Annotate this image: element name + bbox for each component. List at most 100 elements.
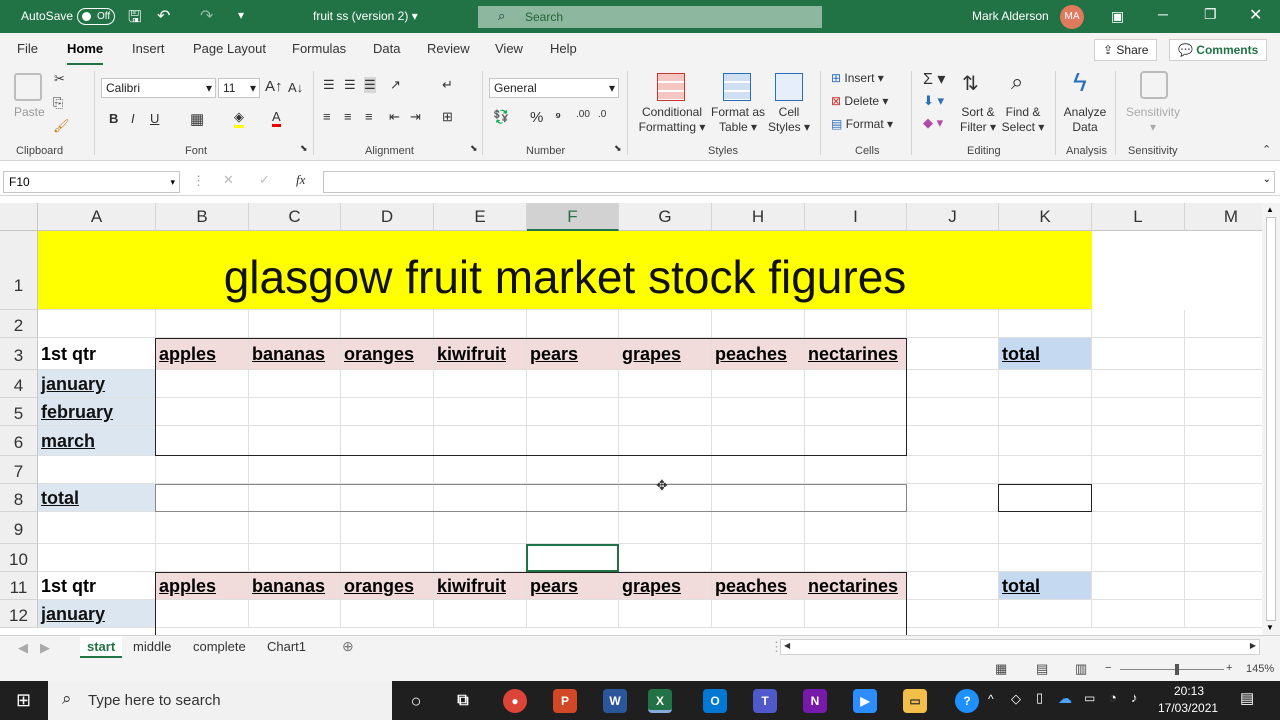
autosave-toggle[interactable]: Off — [77, 8, 115, 25]
cell-g12[interactable] — [619, 600, 712, 628]
select-all-button[interactable] — [0, 203, 38, 231]
onenote-icon[interactable]: N — [803, 689, 827, 713]
cell-e12[interactable] — [434, 600, 527, 628]
cell-f12[interactable] — [527, 600, 619, 628]
share-button[interactable]: ⇪ Share — [1094, 39, 1158, 61]
cell-j10[interactable] — [907, 544, 999, 572]
cell-m7[interactable] — [1185, 456, 1262, 484]
format-as-table-icon[interactable] — [723, 73, 751, 101]
tab-formulas[interactable]: Formulas — [292, 41, 346, 56]
sort-filter-icon[interactable]: ⇅ — [962, 71, 979, 96]
row-header-7[interactable]: 7 — [0, 456, 38, 484]
cell-g9[interactable] — [619, 512, 712, 544]
cell-k12[interactable] — [999, 600, 1092, 628]
minimize-icon[interactable]: ─ — [1158, 6, 1168, 22]
zoom-level[interactable]: 145% — [1246, 663, 1274, 675]
font-launcher-icon[interactable]: ⬊ — [300, 143, 308, 154]
cortana-icon[interactable]: ○ — [404, 689, 428, 713]
italic-icon[interactable]: I — [131, 111, 135, 126]
cell-h12[interactable] — [712, 600, 805, 628]
cell-k9[interactable] — [999, 512, 1092, 544]
redo-icon[interactable]: ↷ — [200, 6, 213, 26]
scroll-right-icon[interactable]: ▶ — [1250, 641, 1256, 650]
scroll-up-icon[interactable]: ▲ — [1266, 205, 1274, 214]
excel-icon[interactable]: X — [648, 689, 672, 713]
autosum-icon[interactable]: Σ ▾ — [923, 69, 945, 89]
cell-e10[interactable] — [434, 544, 527, 572]
cell-h8[interactable] — [712, 484, 805, 512]
cell-a9[interactable] — [38, 512, 156, 544]
cell-f9[interactable] — [527, 512, 619, 544]
battery-icon[interactable]: ▭ — [1084, 691, 1095, 705]
collapse-ribbon-icon[interactable]: ⌃ — [1262, 143, 1271, 156]
tab-page-layout[interactable]: Page Layout — [193, 41, 266, 56]
cell-c6[interactable] — [249, 426, 341, 456]
cell-m6[interactable] — [1185, 426, 1262, 456]
column-header-j[interactable]: J — [907, 203, 999, 231]
cell-j11[interactable] — [907, 572, 999, 600]
cell-j12[interactable] — [907, 600, 999, 628]
worksheet-grid[interactable]: ABCDEFGHIJKLM 1 2 3 4 5 6 7 8 9 10 11 12 1st qtr app… — [0, 203, 1262, 635]
cell-i12[interactable] — [805, 600, 907, 628]
merge-center-icon[interactable]: ⊞ — [442, 109, 453, 125]
cell-c2[interactable] — [249, 310, 341, 338]
cell-g6[interactable] — [619, 426, 712, 456]
usb-icon[interactable]: ▯ — [1036, 690, 1043, 706]
cell-d5[interactable] — [341, 398, 434, 426]
cell-h6[interactable] — [712, 426, 805, 456]
insert-cells-button[interactable]: ⊞ Insert ▾ — [831, 71, 884, 86]
dropbox-icon[interactable]: ◇ — [1011, 691, 1021, 707]
accounting-format-icon[interactable]: 💱 — [493, 109, 509, 125]
cell-j3[interactable] — [907, 338, 999, 370]
row-header-10[interactable]: 10 — [0, 544, 38, 572]
cell-b6[interactable] — [156, 426, 249, 456]
sensitivity-button[interactable]: Sensitivity ▾ — [1124, 105, 1182, 135]
decrease-decimal-icon[interactable]: .0 — [598, 109, 606, 120]
cell-e8[interactable] — [434, 484, 527, 512]
analyze-data-button[interactable]: Analyze Data — [1061, 105, 1109, 135]
task-view-icon[interactable]: ⧉ — [451, 689, 475, 713]
cancel-entry-icon[interactable]: ✕ — [223, 172, 234, 188]
cell-e2[interactable] — [434, 310, 527, 338]
undo-icon[interactable]: ↶ — [157, 6, 170, 26]
wrap-text-icon[interactable]: ↵ — [442, 77, 453, 93]
search-box[interactable]: ⌕ Search — [478, 6, 822, 28]
cell-h4[interactable] — [712, 370, 805, 398]
cell-m2[interactable] — [1185, 310, 1262, 338]
notifications-icon[interactable]: ▤ — [1240, 689, 1254, 707]
total-column-header[interactable]: total — [999, 338, 1092, 370]
cell-b2[interactable] — [156, 310, 249, 338]
number-format-select[interactable]: General ▾ — [489, 78, 619, 98]
cell-k5[interactable] — [999, 398, 1092, 426]
cell-m8[interactable] — [1185, 484, 1262, 512]
sort-filter-button[interactable]: Sort & Filter ▾ — [955, 105, 1001, 135]
powerpoint-icon[interactable]: P — [553, 689, 577, 713]
number-launcher-icon[interactable]: ⬊ — [614, 143, 622, 154]
wifi-icon[interactable]: ◔ — [1109, 690, 1117, 705]
cell-h10[interactable] — [712, 544, 805, 572]
conditional-formatting-button[interactable]: Conditional Formatting ▾ — [634, 105, 710, 135]
underline-icon[interactable]: U — [150, 111, 159, 126]
zoom-in-icon[interactable]: + — [1226, 662, 1232, 674]
cell-g2[interactable] — [619, 310, 712, 338]
cell-h2[interactable] — [712, 310, 805, 338]
fruit-header[interactable]: pears — [527, 338, 619, 370]
row-header-12[interactable]: 12 — [0, 600, 38, 628]
tab-review[interactable]: Review — [427, 41, 470, 56]
cell-l8[interactable] — [1092, 484, 1185, 512]
cell-i7[interactable] — [805, 456, 907, 484]
zoom-out-icon[interactable]: − — [1105, 662, 1111, 674]
cell-k4[interactable] — [999, 370, 1092, 398]
quarter-label[interactable]: 1st qtr — [38, 338, 156, 370]
row-header-11[interactable]: 11 — [0, 572, 38, 600]
clock-time[interactable]: 20:13 — [1174, 684, 1204, 698]
cell-d7[interactable] — [341, 456, 434, 484]
comments-button[interactable]: 💬 Comments — [1169, 39, 1268, 61]
insert-function-icon[interactable]: fx — [296, 172, 305, 188]
close-icon[interactable]: ✕ — [1249, 5, 1262, 25]
cell-a2[interactable] — [38, 310, 156, 338]
row-header-9[interactable]: 9 — [0, 512, 38, 544]
analyze-data-icon[interactable]: ϟ — [1073, 67, 1087, 98]
cell-styles-icon[interactable] — [775, 73, 803, 101]
cell-b7[interactable] — [156, 456, 249, 484]
